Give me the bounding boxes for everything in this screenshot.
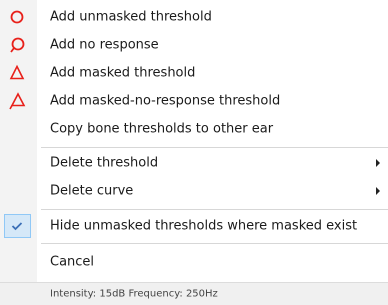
menu-item-label: Add masked threshold	[50, 65, 196, 81]
red-circle-with-tail-icon	[7, 35, 27, 55]
menu-item-label: Add unmasked threshold	[50, 9, 212, 25]
submenu-arrow-icon	[376, 187, 380, 195]
menu-separator	[41, 209, 388, 210]
menu-item-label: Add no response	[50, 37, 159, 53]
menu-separator	[41, 147, 388, 148]
menu-item-cancel[interactable]: Cancel	[0, 250, 388, 274]
submenu-arrow-icon	[376, 159, 380, 167]
checkmark-icon	[7, 216, 27, 236]
status-text: Intensity: 15dB Frequency: 250Hz	[50, 288, 218, 300]
menu-item-add-unmasked-threshold[interactable]: Add unmasked threshold	[0, 5, 388, 29]
menu-separator	[41, 243, 388, 244]
menu-item-label: Delete threshold	[50, 155, 159, 171]
menu-item-add-masked-no-response-threshold[interactable]: Add masked-no-response threshold	[0, 89, 388, 113]
menu-item-label: Copy bone thresholds to other ear	[50, 121, 274, 137]
menu-item-delete-curve[interactable]: Delete curve	[0, 179, 388, 203]
red-triangle-with-tail-icon	[7, 91, 27, 111]
menu-item-label: Delete curve	[50, 183, 134, 199]
menu-item-add-masked-threshold[interactable]: Add masked threshold	[0, 61, 388, 85]
red-triangle-icon	[7, 63, 27, 83]
menu-item-hide-unmasked-thresholds[interactable]: Hide unmasked thresholds where masked ex…	[0, 214, 388, 238]
red-circle-icon	[7, 7, 27, 27]
menu-item-delete-threshold[interactable]: Delete threshold	[0, 151, 388, 175]
menu-item-label: Cancel	[50, 254, 95, 270]
status-bar: Intensity: 15dB Frequency: 250Hz	[0, 282, 388, 305]
menu-item-add-no-response[interactable]: Add no response	[0, 33, 388, 57]
menu-item-copy-bone-thresholds[interactable]: Copy bone thresholds to other ear	[0, 117, 388, 141]
context-menu: Add unmasked threshold Add no response A…	[0, 0, 388, 305]
menu-item-label: Add masked-no-response threshold	[50, 93, 281, 109]
menu-item-label: Hide unmasked thresholds where masked ex…	[50, 218, 358, 234]
